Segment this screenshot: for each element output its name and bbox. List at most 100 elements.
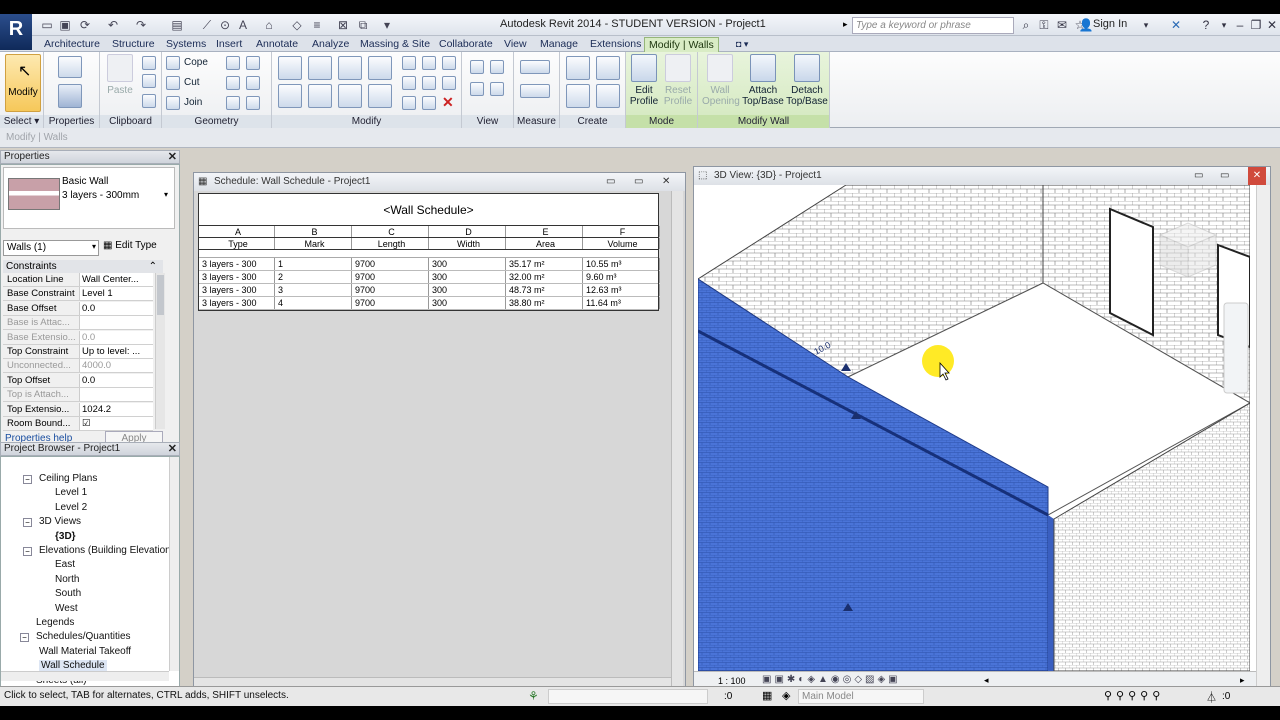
close-icon[interactable]: ✕	[168, 443, 177, 455]
browser-item[interactable]: {3D}	[55, 531, 76, 542]
redo-icon[interactable]: ↷	[134, 18, 148, 32]
schedule-row[interactable]: 3 layers - 300 1 9700 300 35.17 m² 10.55 m³	[199, 258, 660, 271]
schedule-cell[interactable]: 1	[275, 258, 352, 270]
property-row[interactable]: Base Offset 0.0	[3, 301, 153, 316]
column-header[interactable]: Area	[506, 238, 583, 249]
instance-filter-dropdown[interactable]: Walls (1) ▾	[3, 240, 99, 256]
tree-toggle-icon[interactable]: −	[23, 518, 32, 528]
browser-item[interactable]: West	[55, 603, 78, 614]
schedule-cell[interactable]: 3 layers - 300	[199, 271, 275, 283]
browser-hscrollbar[interactable]	[1, 671, 169, 681]
scroll-thumb[interactable]	[157, 275, 164, 315]
paint-icon[interactable]	[246, 56, 260, 70]
unpin-icon[interactable]	[442, 76, 456, 90]
minimize-icon[interactable]: –	[1232, 17, 1248, 33]
view-control-icons[interactable]: ▣▣✱◐◈▲◉◎◇▨◈▣	[762, 674, 901, 685]
application-menu-button[interactable]: R	[0, 14, 32, 50]
schedule-cell[interactable]: 9700	[352, 297, 429, 309]
tab-analyze[interactable]: Analyze	[308, 37, 353, 52]
schedule-cell[interactable]: 32.00 m²	[506, 271, 583, 283]
trim-extend-icon[interactable]	[368, 84, 392, 108]
property-row[interactable]: Base Extensio... 0.0	[3, 330, 153, 345]
column-header[interactable]: D	[429, 226, 506, 237]
schedule-cell[interactable]: 3 layers - 300	[199, 297, 275, 309]
mirror-axis-icon[interactable]	[338, 56, 362, 80]
move-icon[interactable]	[278, 84, 302, 108]
schedule-vscrollbar[interactable]	[671, 191, 683, 689]
constraints-section[interactable]: Constraints ⌃	[3, 260, 163, 273]
schedule-cell[interactable]: 3	[275, 284, 352, 296]
tab-manage[interactable]: Manage	[536, 37, 582, 52]
cope-label[interactable]: Cope	[184, 57, 208, 68]
switch-windows-icon[interactable]: ⧉	[356, 18, 370, 32]
match-type-icon[interactable]	[142, 94, 156, 108]
close-hidden-icon[interactable]: ⊠	[336, 18, 350, 32]
column-header[interactable]: F	[583, 226, 660, 237]
edit-type-button[interactable]: ▦ Edit Type	[103, 240, 157, 251]
3d-view-icon[interactable]: ⌂	[262, 18, 276, 32]
edit-profile-button[interactable]: Edit Profile	[628, 54, 660, 107]
tab-modify-walls[interactable]: Modify | Walls	[644, 37, 719, 52]
search-expand-icon[interactable]: ▸	[843, 19, 848, 30]
exchange-apps-icon[interactable]: ✕	[1168, 17, 1184, 33]
join-icon[interactable]	[166, 96, 180, 110]
browser-item[interactable]: East	[55, 559, 75, 570]
type-properties-icon[interactable]	[58, 56, 82, 78]
schedule-cell[interactable]: 12.63 m³	[583, 284, 660, 296]
schedule-cell[interactable]: 300	[429, 284, 506, 296]
schedule-cell[interactable]: 3 layers - 300	[199, 258, 275, 270]
schedule-cell[interactable]: 9700	[352, 284, 429, 296]
sign-in-link[interactable]: Sign In	[1093, 18, 1127, 30]
column-header[interactable]: Type	[199, 238, 275, 249]
section-icon[interactable]: ◇	[290, 18, 304, 32]
copy-element-icon[interactable]	[308, 84, 332, 108]
maximize-icon[interactable]: ▭	[1220, 167, 1229, 185]
schedule-cell[interactable]: 38.80 m²	[506, 297, 583, 309]
schedule-cell[interactable]: 300	[429, 258, 506, 270]
scale-icon[interactable]	[422, 76, 436, 90]
property-row[interactable]: Location Line Wall Center...	[3, 273, 153, 287]
navigation-bar[interactable]	[1223, 302, 1249, 394]
wall-opening-button[interactable]: Wall Opening	[702, 54, 740, 107]
undo-icon[interactable]: ↶	[106, 18, 120, 32]
property-row[interactable]: Top Extensio... 1024.2	[3, 402, 153, 417]
hide-in-view-icon[interactable]	[470, 60, 484, 74]
tab-massing-site[interactable]: Massing & Site	[356, 37, 434, 52]
property-value[interactable]	[79, 316, 153, 330]
wall-joins-icon[interactable]	[226, 76, 240, 90]
maximize-icon[interactable]: ❐	[1248, 17, 1264, 33]
maximize-icon[interactable]: ▭	[634, 173, 643, 191]
attach-top-base-button[interactable]: Attach Top/Base	[742, 54, 784, 107]
browser-item[interactable]: Ceiling Plans	[39, 473, 97, 484]
communication-icon[interactable]: ✉	[1054, 17, 1070, 33]
measure-icon[interactable]: ⟋	[200, 18, 214, 32]
override-graphics-icon[interactable]	[490, 60, 504, 74]
column-header[interactable]: E	[506, 226, 583, 237]
pick-face-icon[interactable]	[246, 96, 260, 110]
detach-top-base-button[interactable]: Detach Top/Base	[786, 54, 828, 107]
split-icon[interactable]	[402, 56, 416, 70]
search-icon[interactable]: ⌕	[1018, 17, 1034, 33]
viewcube-icon[interactable]	[1158, 222, 1218, 278]
schedule-cell[interactable]: 9.60 m³	[583, 271, 660, 283]
join-label[interactable]: Join	[184, 97, 202, 108]
mirror-draw-icon[interactable]	[368, 56, 392, 80]
open-icon[interactable]: ▭	[40, 18, 54, 32]
schedule-cell[interactable]: 2	[275, 271, 352, 283]
property-value[interactable]: 1024.2	[79, 402, 153, 416]
delete-icon[interactable]: ✕	[442, 94, 454, 111]
create-parts-icon[interactable]	[596, 56, 620, 80]
column-header[interactable]: Width	[429, 238, 506, 249]
tab-architecture[interactable]: Architecture	[40, 37, 104, 52]
tree-toggle-icon[interactable]: −	[23, 475, 32, 484]
help-search-input[interactable]: Type a keyword or phrase	[852, 17, 1014, 34]
property-row[interactable]: Top is Attach...	[3, 388, 153, 403]
trim-multiple-icon[interactable]	[422, 96, 436, 110]
join-roof-icon[interactable]	[226, 96, 240, 110]
schedule-row[interactable]: 3 layers - 300 4 9700 300 38.80 m² 11.64 m³	[199, 297, 660, 310]
schedule-cell[interactable]: 300	[429, 297, 506, 309]
paste-button[interactable]: Paste	[104, 54, 136, 96]
chevron-down-icon[interactable]: ▾	[164, 190, 168, 199]
filter-icon[interactable]: ⏃	[1206, 689, 1217, 705]
minimize-icon[interactable]: ▭	[606, 173, 615, 191]
